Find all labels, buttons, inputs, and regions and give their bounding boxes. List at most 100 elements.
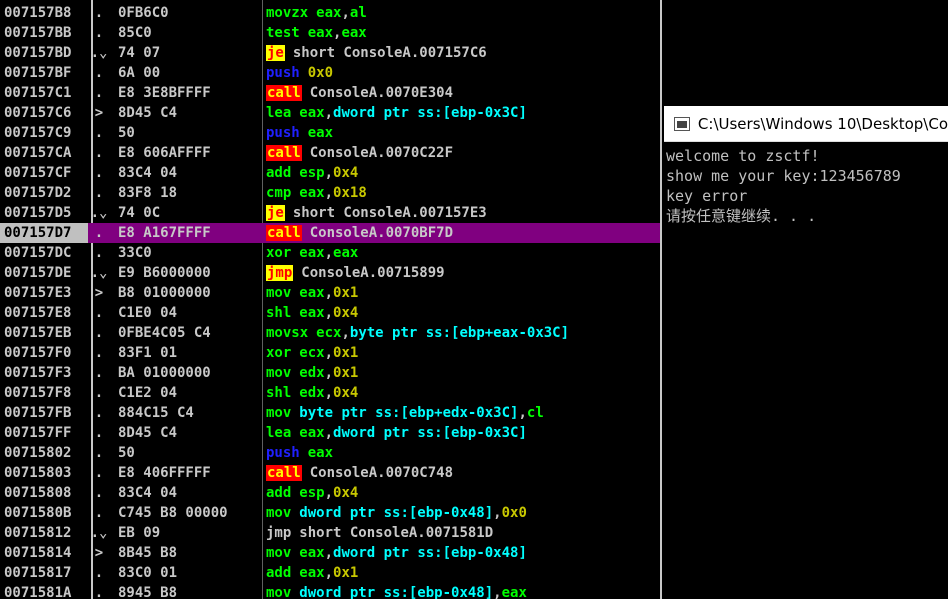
- disasm-row[interactable]: 007157EB. 0FBE4C05 C4 movsx ecx,byte ptr ss…: [0, 323, 660, 343]
- row-instruction: call ConsoleA.0070C22F: [260, 145, 453, 161]
- operand-part: 0x4: [333, 385, 359, 401]
- operand-part: ,: [518, 405, 527, 421]
- operand-part: eax: [341, 25, 367, 41]
- console-titlebar[interactable]: C:\Users\Windows 10\Desktop\Co: [664, 106, 948, 142]
- disasm-row[interactable]: 007157FB. 884C15 C4 mov byte ptr ss:[ebp+ed…: [0, 403, 660, 423]
- instruction-mnemonic: je: [266, 205, 285, 221]
- disasm-row[interactable]: 0071580B. C745 B8 00000 mov dword ptr ss:[e…: [0, 503, 660, 523]
- row-bytes: E8 606AFFFF: [118, 145, 211, 161]
- disasm-row[interactable]: 0071581A. 8945 B8 mov dword ptr ss:[ebp-0x4…: [0, 583, 660, 599]
- row-jump-marker: .: [94, 245, 104, 261]
- disasm-row[interactable]: 007157B8. 0FB6C0 movzx eax,al: [0, 3, 660, 23]
- operand-part: eax: [307, 445, 334, 461]
- row-instruction: cmp eax,0x18: [260, 185, 367, 201]
- row-jump-marker: .: [94, 85, 104, 101]
- operand-part: esp: [299, 485, 325, 501]
- disasm-row[interactable]: 007157F0. 83F1 01 xor ecx,0x1: [0, 343, 660, 363]
- operand-part: eax: [333, 245, 359, 261]
- row-bytes: C1E0 04: [118, 305, 178, 321]
- instruction-operands: eax,al: [316, 5, 367, 21]
- instruction-mnemonic: jmp: [266, 265, 294, 281]
- disassembly-pane[interactable]: 007157B8. 0FB6C0 movzx eax,al 007157BB. 85C0 t…: [0, 0, 662, 599]
- row-bytes: 0FB6C0: [118, 5, 169, 21]
- disasm-row[interactable]: 00715812 .⌄ EB 09 jmp short ConsoleA.0071581…: [0, 523, 660, 543]
- disasm-row[interactable]: 007157D2. 83F8 18 cmp eax,0x18: [0, 183, 660, 203]
- operand-part: dword ptr ss:[ebp-0x3C]: [333, 425, 527, 441]
- instruction-operands: eax,0x1: [299, 565, 358, 581]
- disasm-row[interactable]: 007157CA. E8 606AFFFF call ConsoleA.0070C22…: [0, 143, 660, 163]
- disasm-row[interactable]: 007157BF. 6A 00 push 0x0: [0, 63, 660, 83]
- row-instruction: mov eax,dword ptr ss:[ebp-0x48]: [260, 545, 527, 561]
- disasm-row[interactable]: 00715817. 83C0 01 add eax,0x1: [0, 563, 660, 583]
- row-instruction: xor eax,eax: [260, 245, 358, 261]
- row-bytes: 83F8 18: [118, 185, 178, 201]
- disasm-row[interactable]: 00715814 >8B45 B8 mov eax,dword ptr ss:[ebp…: [0, 543, 660, 563]
- row-jump-marker: .: [94, 425, 104, 441]
- disasm-row[interactable]: 007157D5 .⌄ 74 0C je short ConsoleA.007157E3: [0, 203, 660, 223]
- row-bytes: 74 0C: [118, 205, 161, 221]
- instruction-mnemonic: mov: [266, 505, 292, 521]
- operand-part: byte ptr ss:[ebp+edx-0x3C]: [299, 405, 519, 421]
- disasm-row[interactable]: 00715802. 50 push eax: [0, 443, 660, 463]
- row-bytes: C1E2 04: [118, 385, 178, 401]
- operand-part: eax: [299, 305, 325, 321]
- instruction-operands: ConsoleA.0070E304: [310, 85, 453, 101]
- row-instruction: shl edx,0x4: [260, 385, 358, 401]
- disasm-row[interactable]: 007157CF. 83C4 04 add esp,0x4: [0, 163, 660, 183]
- row-jump-marker: >: [94, 545, 104, 561]
- row-instruction: push eax: [260, 125, 333, 141]
- console-line: welcome to zsctf!: [666, 147, 820, 165]
- operand-part: 0x4: [333, 305, 359, 321]
- instruction-mnemonic: shl: [266, 305, 292, 321]
- instruction-mnemonic: push: [266, 445, 300, 461]
- disasm-row[interactable]: 007157C6 >8D45 C4 lea eax,dword ptr ss:[ebp…: [0, 103, 660, 123]
- disasm-row[interactable]: 007157DE .⌄ E9 B6000000 jmp ConsoleA.0071589…: [0, 263, 660, 283]
- row-instruction: je short ConsoleA.007157E3: [260, 205, 487, 221]
- row-address: 007157B8: [4, 5, 72, 21]
- row-address: 007157BF: [4, 65, 72, 81]
- row-jump-marker: .: [94, 485, 104, 501]
- row-bytes: E8 3E8BFFFF: [118, 85, 211, 101]
- row-instruction: jmp short ConsoleA.0071581D: [260, 525, 493, 541]
- row-jump-marker: .: [94, 125, 104, 141]
- disasm-row[interactable]: 00715803. E8 406FFFFF call ConsoleA.0070C74…: [0, 463, 660, 483]
- operand-part: 0x0: [307, 65, 334, 81]
- disasm-row[interactable]: 007157DC. 33C0 xor eax,eax: [0, 243, 660, 263]
- instruction-mnemonic: lea: [266, 425, 292, 441]
- operand-part: ,: [324, 165, 334, 181]
- disasm-row-selected[interactable]: 007157D7. E8 A167FFFF call ConsoleA.0070BF7…: [0, 223, 660, 243]
- operand-part: 0x18: [333, 185, 367, 201]
- row-bytes: 8945 B8: [118, 585, 178, 599]
- operand-part: ConsoleA.0070C22F: [309, 145, 454, 161]
- console-window[interactable]: C:\Users\Windows 10\Desktop\Co welcome t…: [664, 106, 948, 599]
- disasm-row[interactable]: 007157E8. C1E0 04 shl eax,0x4: [0, 303, 660, 323]
- disasm-row[interactable]: 007157FF. 8D45 C4 lea eax,dword ptr ss:[ebp…: [0, 423, 660, 443]
- disasm-row[interactable]: 00715808. 83C4 04 add esp,0x4: [0, 483, 660, 503]
- row-instruction: call ConsoleA.0070E304: [260, 85, 453, 101]
- row-address: 007157C1: [4, 85, 72, 101]
- row-instruction: add esp,0x4: [260, 485, 358, 501]
- disasm-row[interactable]: 007157F3. BA 01000000 mov edx,0x1: [0, 363, 660, 383]
- row-jump-marker: .⌄: [90, 525, 108, 541]
- row-instruction: jmp ConsoleA.00715899: [260, 265, 445, 281]
- instruction-mnemonic: jmp: [266, 525, 292, 541]
- row-bytes: 83C0 01: [118, 565, 178, 581]
- disasm-row[interactable]: 007157BD .⌄ 74 07 je short ConsoleA.007157C6: [0, 43, 660, 63]
- row-bytes: B8 01000000: [118, 285, 211, 301]
- operand-part: esp: [299, 165, 325, 181]
- operand-part: cl: [526, 405, 544, 421]
- row-jump-marker: .: [94, 565, 104, 581]
- row-bytes: 8B45 B8: [118, 545, 178, 561]
- operand-part: ConsoleA.00715899: [301, 265, 445, 281]
- disasm-row[interactable]: 007157E3 > B8 01000000 mov eax,0x1: [0, 283, 660, 303]
- disasm-row[interactable]: 007157C1. E8 3E8BFFFF call ConsoleA.0070E30…: [0, 83, 660, 103]
- row-bytes: 83C4 04: [118, 485, 178, 501]
- row-jump-marker: .: [94, 385, 104, 401]
- operand-part: edx: [299, 385, 325, 401]
- disasm-row[interactable]: 007157F8. C1E2 04 shl edx,0x4: [0, 383, 660, 403]
- disasm-row[interactable]: 007157BB. 85C0 test eax,eax: [0, 23, 660, 43]
- row-instruction: add esp,0x4: [260, 165, 358, 181]
- operand-part: ,: [324, 545, 334, 561]
- disasm-row[interactable]: 007157C9. 50 push eax: [0, 123, 660, 143]
- row-instruction: call ConsoleA.0070BF7D: [260, 225, 453, 241]
